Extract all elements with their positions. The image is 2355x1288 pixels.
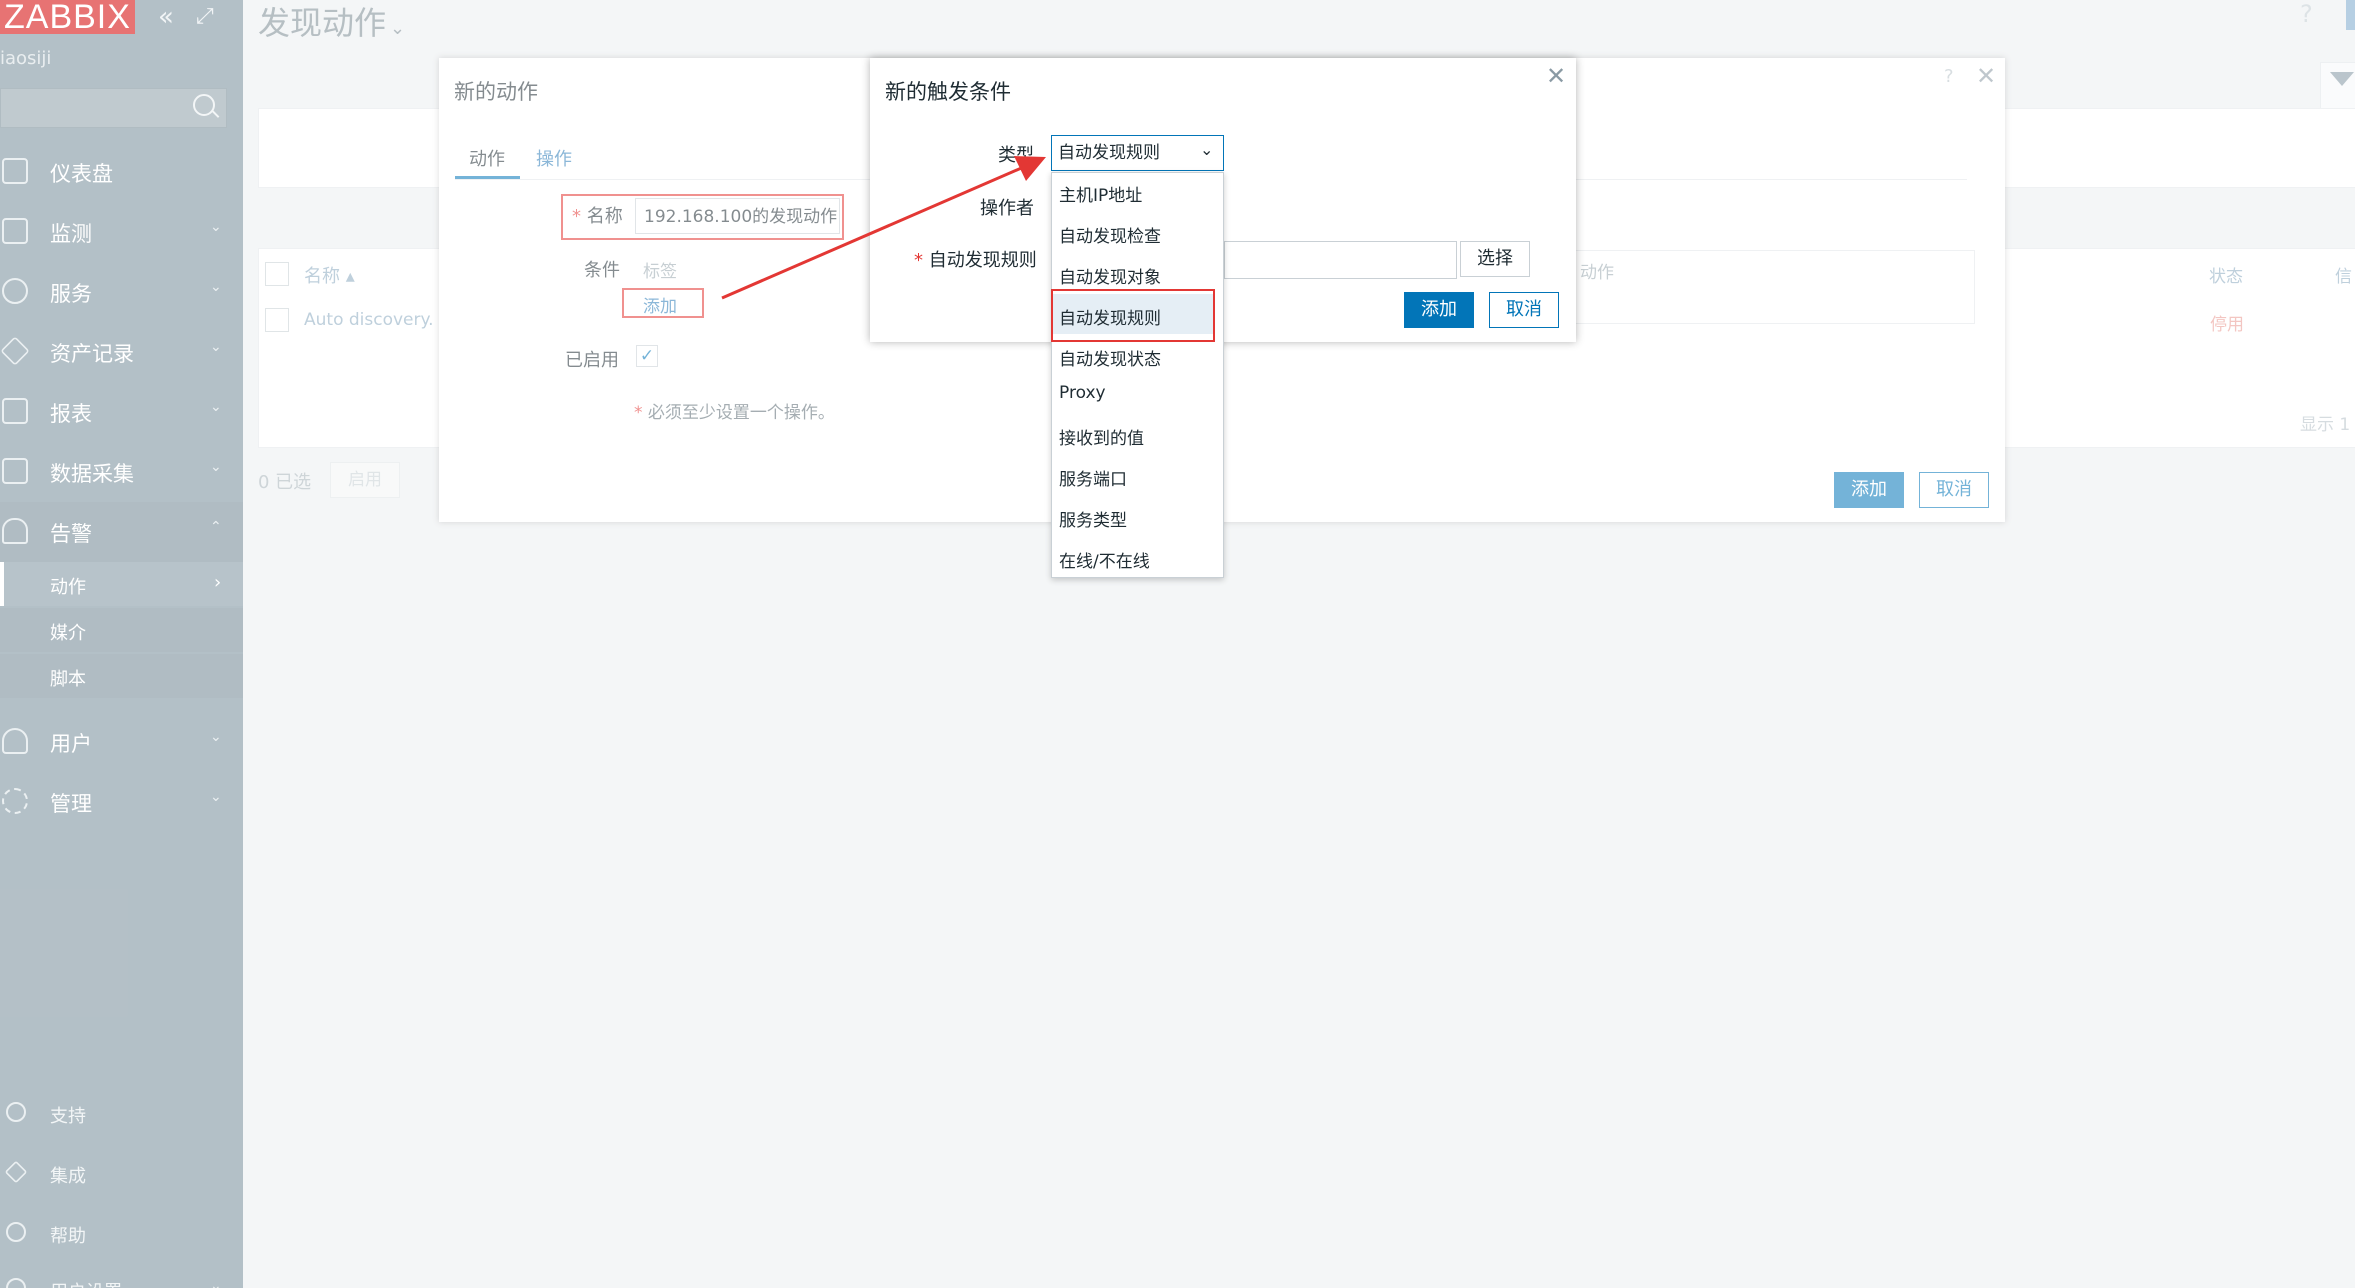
arrow-line bbox=[721, 164, 1027, 300]
annotation-arrow bbox=[721, 156, 1046, 300]
